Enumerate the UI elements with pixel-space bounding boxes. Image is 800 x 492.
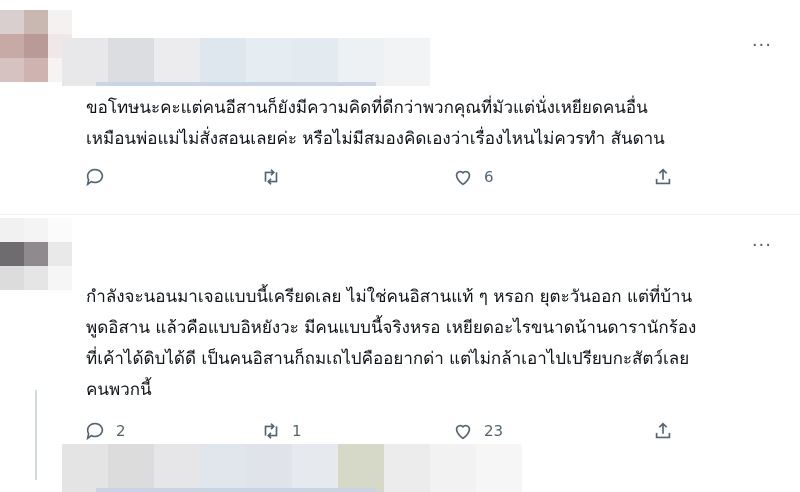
reply-count: 2 <box>116 422 126 440</box>
more-icon[interactable]: ··· <box>752 37 772 55</box>
avatar[interactable] <box>0 218 72 290</box>
more-icon[interactable]: ··· <box>752 237 772 255</box>
like-icon <box>455 170 471 186</box>
share-button[interactable] <box>652 420 674 442</box>
share-icon <box>655 422 671 439</box>
tweet-actions: 6 <box>84 166 704 196</box>
tweet-text: ขอโทษนะคะแต่คนอีสานก็ยังมีความคิดที่ดีกว… <box>86 93 786 155</box>
author-handle[interactable] <box>96 82 376 86</box>
tweet-text-line: กำลังจะนอนมาเจอแบบนี้เครียดเลย ไม่ใช่คนอ… <box>86 287 693 307</box>
tweet-text-line: พูดอิสาน แล้วคือแบบอิหยังวะ มีคนแบบนี้จร… <box>86 318 697 338</box>
share-button[interactable] <box>652 166 674 188</box>
reply-button[interactable] <box>84 166 116 188</box>
like-icon <box>455 424 471 440</box>
tweet-text: กำลังจะนอนมาเจอแบบนี้เครียดเลย ไม่ใช่คนอ… <box>86 282 786 406</box>
tweet-text-line: เหมือนพ่อแม่ไม่สั่งสอนเลยค่ะ หรือไม่มีสม… <box>86 129 665 149</box>
tweet-text-line: คนพวกนี้ <box>86 380 152 400</box>
retweet-button[interactable]: 1 <box>260 420 302 442</box>
reply-icon <box>86 422 104 441</box>
like-count: 23 <box>484 422 504 440</box>
author-handle[interactable] <box>96 488 376 492</box>
share-icon <box>655 168 671 185</box>
retweet-count: 1 <box>292 422 302 440</box>
like-button[interactable]: 6 <box>452 166 494 188</box>
author-name[interactable] <box>62 444 522 492</box>
tweet[interactable]: ··· กำลังจะนอนมาเจอแบบนี้เครียดเลย ไม่ใช… <box>0 216 800 492</box>
tweet-actions: 2 1 23 <box>84 420 704 450</box>
reply-icon <box>86 168 104 187</box>
author-name[interactable] <box>62 38 430 86</box>
retweet-icon <box>264 169 278 185</box>
reply-button[interactable]: 2 <box>84 420 126 442</box>
retweet-button[interactable] <box>260 166 292 188</box>
like-button[interactable]: 23 <box>452 420 503 442</box>
tweet-text-line: ที่เค้าได้ดิบได้ดี เป็นคนอิสานก็ถมเถไปคื… <box>86 349 690 369</box>
tweet[interactable]: ··· ขอโทษนะคะแต่คนอีสานก็ยังมีความคิดที่… <box>0 0 800 215</box>
tweet-text-line: ขอโทษนะคะแต่คนอีสานก็ยังมีความคิดที่ดีกว… <box>86 98 648 118</box>
retweet-icon <box>264 423 278 439</box>
like-count: 6 <box>484 168 494 186</box>
thread-line <box>35 390 37 480</box>
divider <box>0 214 800 215</box>
